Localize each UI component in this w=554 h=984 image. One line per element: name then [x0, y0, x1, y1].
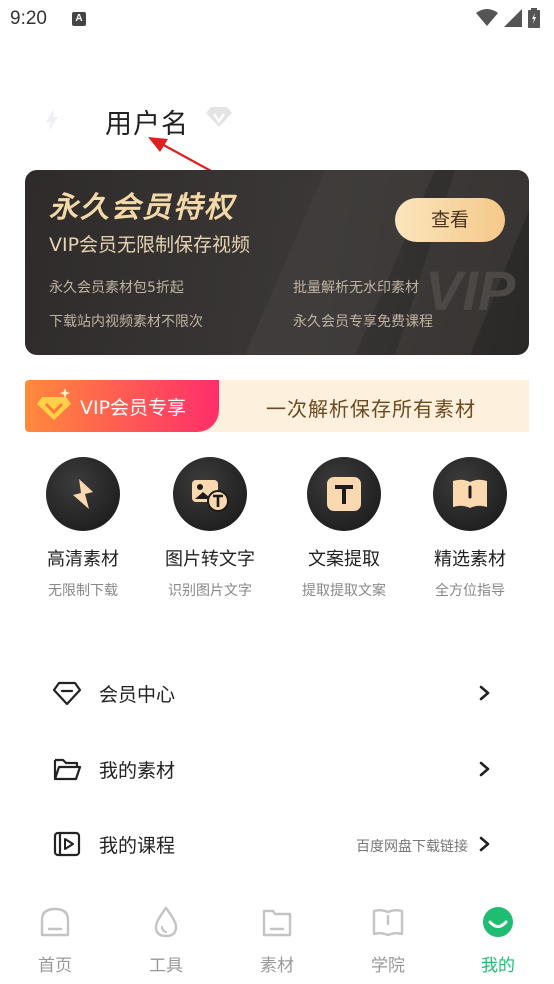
vip-crown-diamond-icon	[37, 388, 71, 420]
menu-label: 我的课程	[99, 835, 176, 857]
menu-extra[interactable]: 百度网盘下载链接	[356, 836, 468, 856]
tool-icon-circle	[433, 457, 507, 531]
vip-banner[interactable]: VIP会员专享 一次解析保存所有素材	[25, 380, 529, 432]
signal-icon	[504, 9, 522, 27]
tool-desc: 提取提取文案	[302, 583, 386, 599]
nav-item-academy[interactable]: 学院	[348, 905, 428, 976]
vip-card-subtitle: VIP会员无限制保存视频	[49, 234, 251, 256]
vip-perk: 批量解析无水印素材	[293, 280, 419, 296]
vip-banner-text: 一次解析保存所有素材	[266, 397, 476, 421]
tool-title: 文案提取	[308, 549, 380, 570]
nav-label: 工具	[149, 956, 183, 976]
menu-item-my-materials[interactable]: 我的素材	[0, 739, 554, 799]
tool-hd-materials[interactable]: 高清素材 无限制下载	[13, 457, 153, 600]
nav-item-materials[interactable]: 素材	[237, 905, 317, 976]
chevron-right-icon	[479, 836, 490, 852]
tool-title: 高清素材	[47, 549, 119, 570]
tool-selected-materials[interactable]: 精选素材 全方位指导	[400, 457, 540, 600]
bottom-nav: 首页 工具 素材 学院 我的	[0, 895, 554, 984]
folder-icon	[53, 758, 82, 781]
status-time: 9:20	[10, 8, 47, 29]
nav-item-home[interactable]: 首页	[15, 905, 95, 976]
book-icon	[453, 479, 487, 508]
menu-label: 会员中心	[99, 684, 176, 706]
image-to-text-icon	[192, 480, 229, 512]
diamond-icon	[52, 681, 82, 706]
battery-icon	[528, 8, 540, 28]
vip-card[interactable]: VIP 永久会员特权 VIP会员无限制保存视频 查看 永久会员素材包5折起 批量…	[25, 170, 529, 355]
vip-view-button[interactable]: 查看	[395, 198, 505, 242]
tool-icon-circle	[173, 457, 247, 531]
profile-smile-icon	[483, 907, 513, 937]
drop-icon	[154, 906, 178, 938]
username[interactable]: 用户名	[105, 102, 189, 141]
vip-banner-tag-label: VIP会员专享	[80, 397, 187, 419]
text-t-icon	[327, 477, 361, 511]
tool-image-to-text[interactable]: 图片转文字 识别图片文字	[140, 457, 280, 600]
chevron-right-icon	[479, 685, 490, 701]
tool-icon-circle	[307, 457, 381, 531]
vip-banner-tag: VIP会员专享	[25, 380, 219, 432]
tool-desc: 无限制下载	[48, 583, 118, 599]
tool-title: 图片转文字	[165, 549, 255, 570]
nav-item-mine[interactable]: 我的	[458, 905, 538, 976]
svg-text:VIP: VIP	[425, 259, 516, 322]
tool-desc: 识别图片文字	[168, 583, 252, 599]
vip-diamond-icon	[206, 107, 232, 127]
vip-card-title: 永久会员特权	[49, 190, 236, 224]
folder-icon	[262, 909, 292, 937]
chevron-right-icon	[479, 761, 490, 777]
menu-item-member-center[interactable]: 会员中心	[0, 663, 554, 723]
lightning-icon	[73, 479, 93, 509]
nav-label: 学院	[371, 956, 405, 976]
tool-title: 精选素材	[434, 549, 506, 570]
menu-item-my-courses[interactable]: 我的课程 百度网盘下载链接	[0, 814, 554, 874]
video-play-icon	[53, 831, 81, 857]
nav-item-tools[interactable]: 工具	[126, 905, 206, 976]
a-notification-icon: A	[72, 12, 86, 26]
status-bar: 9:20 A	[0, 0, 554, 38]
nav-label: 素材	[260, 956, 294, 976]
nav-label: 首页	[38, 956, 72, 976]
book-icon	[372, 909, 404, 937]
home-icon	[40, 907, 70, 937]
wifi-icon	[476, 9, 498, 26]
nav-label: 我的	[481, 956, 515, 976]
tool-text-extract[interactable]: 文案提取 提取提取文案	[274, 457, 414, 600]
menu-label: 我的素材	[99, 760, 176, 782]
status-icons	[476, 8, 540, 28]
vip-perk: 永久会员素材包5折起	[49, 280, 184, 296]
avatar-icon[interactable]	[38, 106, 66, 134]
vip-perk: 永久会员专享免费课程	[293, 314, 433, 330]
tool-desc: 全方位指导	[435, 583, 505, 599]
vip-perk: 下载站内视频素材不限次	[49, 314, 203, 330]
tool-icon-circle	[46, 457, 120, 531]
